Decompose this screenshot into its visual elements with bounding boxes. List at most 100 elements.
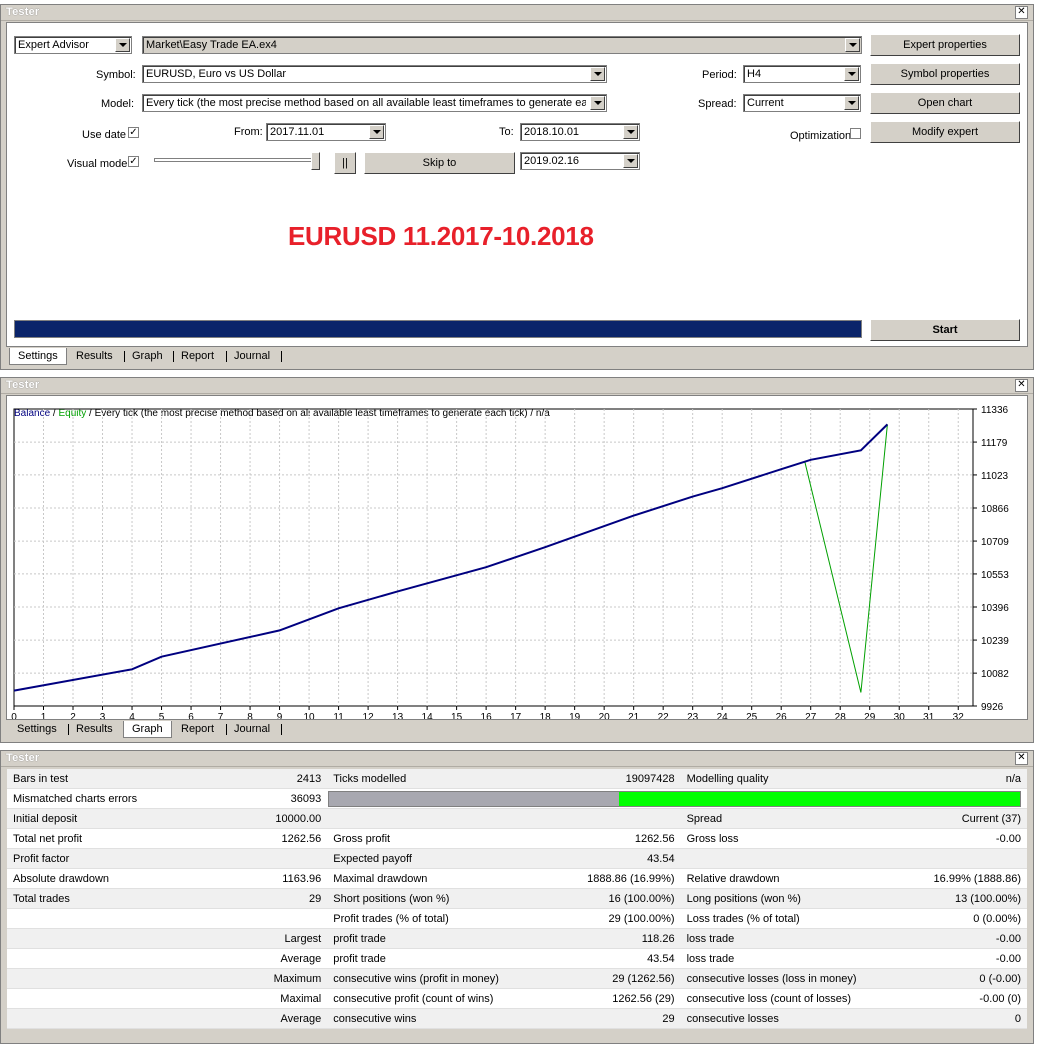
x-tick-label: 21 — [628, 712, 640, 719]
table-cell-value: -0.00 — [862, 828, 1027, 849]
skip-date-picker[interactable]: 2019.02.16 — [520, 152, 640, 170]
chevron-down-icon — [845, 38, 860, 52]
period-select[interactable]: H4 — [743, 65, 861, 83]
table-cell-value: 43.54 — [508, 948, 681, 969]
legend-balance: Balance — [14, 408, 51, 419]
x-tick-label: 13 — [392, 712, 404, 719]
table-cell-value: 1888.86 (16.99%) — [508, 868, 681, 889]
table-cell-value: -0.00 (0) — [862, 988, 1027, 1009]
expert-select[interactable]: Market\Easy Trade EA.ex4 — [142, 36, 862, 54]
table-cell-value: 29 (1262.56) — [508, 968, 681, 989]
chevron-down-icon — [623, 125, 638, 139]
table-row: Mismatched charts errors 36093 — [7, 788, 1027, 809]
start-button[interactable]: Start — [870, 319, 1020, 341]
tab-report[interactable]: Report — [173, 348, 222, 365]
mode-value: Expert Advisor — [18, 39, 89, 51]
close-icon[interactable]: ✕ — [1015, 6, 1028, 19]
symbol-select[interactable]: EURUSD, Euro vs US Dollar — [142, 65, 607, 83]
skip-to-button[interactable]: Skip to — [364, 152, 515, 174]
table-cell-label: Total trades — [7, 888, 188, 909]
tester-report-panel: Tester ✕ Bars in test 2413 Ticks modelled 1… — [0, 750, 1034, 1044]
expert-properties-button[interactable]: Expert properties — [870, 34, 1020, 56]
table-cell-value: 43.54 — [508, 848, 681, 869]
x-tick-label: 2 — [70, 712, 76, 719]
table-cell-label — [7, 968, 188, 989]
modify-expert-button[interactable]: Modify expert — [870, 121, 1020, 143]
model-label: Model: — [101, 98, 135, 110]
legend-description: / Every tick (the most precise method ba… — [86, 408, 550, 419]
spread-select[interactable]: Current — [743, 94, 861, 112]
model-select[interactable]: Every tick (the most precise method base… — [142, 94, 607, 112]
table-cell-value: 16 (100.00%) — [508, 888, 681, 909]
settings-client: Expert Advisor Market\Easy Trade EA.ex4 … — [6, 22, 1028, 347]
x-tick-label: 4 — [129, 712, 135, 719]
table-cell-value: Maximal — [187, 988, 328, 1009]
visual-mode-checkbox[interactable]: ✓ — [128, 156, 139, 167]
table-cell-label: profit trade — [327, 948, 509, 969]
table-cell-label: Mismatched charts errors — [7, 788, 188, 809]
table-cell-label: Long positions (won %) — [680, 888, 863, 909]
table-cell-label — [7, 928, 188, 949]
to-date-value: 2018.10.01 — [524, 126, 580, 138]
close-icon[interactable]: ✕ — [1015, 752, 1028, 765]
tab-graph[interactable]: Graph — [124, 348, 171, 365]
chevron-down-icon — [844, 67, 859, 81]
x-tick-label: 16 — [481, 712, 493, 719]
headline-text: EURUSD 11.2017-10.2018 — [288, 221, 594, 251]
tab-settings[interactable]: Settings — [9, 721, 65, 738]
table-row: Average consecutive wins 29 consecutive los… — [7, 1008, 1027, 1029]
table-cell-value: 16.99% (1888.86) — [862, 868, 1027, 889]
tab-journal[interactable]: Journal — [226, 348, 278, 365]
table-cell-label: Initial deposit — [7, 808, 188, 829]
y-tick-label: 10082 — [981, 669, 1009, 680]
table-row: Profit factor Expected payoff 43.54 — [7, 848, 1027, 869]
table-cell-label — [7, 948, 188, 969]
settings-tabs: Settings Results Graph Report Journal — [6, 348, 1026, 366]
table-cell-label — [680, 848, 863, 869]
chevron-down-icon — [623, 154, 638, 168]
table-cell-value: 1262.56 (29) — [508, 988, 681, 1009]
close-icon[interactable]: ✕ — [1015, 379, 1028, 392]
from-date-picker[interactable]: 2017.11.01 — [266, 123, 386, 141]
tab-journal[interactable]: Journal — [226, 721, 278, 738]
tab-settings[interactable]: Settings — [9, 348, 67, 365]
tester-settings-panel: Tester ✕ Expert Advisor Market\Easy Trad… — [0, 4, 1034, 370]
table-cell-label: profit trade — [327, 928, 509, 949]
tab-results[interactable]: Results — [68, 721, 121, 738]
tab-report[interactable]: Report — [173, 721, 222, 738]
table-cell-value: 0 (-0.00) — [862, 968, 1027, 989]
y-tick-label: 10553 — [981, 570, 1009, 581]
svg-text:Balance / Equity / Every tick: Balance / Equity / Every tick (the most … — [14, 408, 550, 419]
tab-graph[interactable]: Graph — [123, 721, 172, 738]
optimization-checkbox[interactable] — [850, 128, 861, 139]
y-tick-label: 9926 — [981, 702, 1004, 713]
x-tick-label: 8 — [247, 712, 253, 719]
window-title: Tester — [6, 6, 40, 18]
open-chart-button[interactable]: Open chart — [870, 92, 1020, 114]
mode-select[interactable]: Expert Advisor — [14, 36, 132, 54]
tab-separator — [281, 351, 282, 362]
use-date-checkbox[interactable]: ✓ — [128, 127, 139, 138]
x-tick-label: 28 — [835, 712, 847, 719]
table-cell-value: 0 (0.00%) — [862, 908, 1027, 929]
table-cell-value — [508, 808, 681, 829]
x-tick-label: 32 — [953, 712, 965, 719]
progress-bar — [14, 320, 862, 338]
modelling-quality-fill — [619, 791, 1020, 806]
table-cell-value — [862, 848, 1027, 869]
speed-slider-track[interactable] — [154, 158, 319, 162]
table-cell-value: Average — [187, 948, 328, 969]
table-cell-value: 29 — [187, 888, 328, 909]
y-tick-label: 10866 — [981, 504, 1009, 515]
to-date-picker[interactable]: 2018.10.01 — [520, 123, 640, 141]
tab-results[interactable]: Results — [68, 348, 121, 365]
pause-button[interactable]: || — [334, 152, 356, 174]
chevron-down-icon — [590, 96, 605, 110]
speed-slider-thumb[interactable] — [311, 152, 320, 170]
table-cell-label: Maximal drawdown — [327, 868, 509, 889]
model-value: Every tick (the most precise method base… — [146, 97, 586, 109]
table-cell-label — [327, 808, 509, 829]
symbol-properties-button[interactable]: Symbol properties — [870, 63, 1020, 85]
x-tick-label: 10 — [304, 712, 316, 719]
report-table: Bars in test 2413 Ticks modelled 19097428 Mo… — [7, 769, 1027, 1029]
